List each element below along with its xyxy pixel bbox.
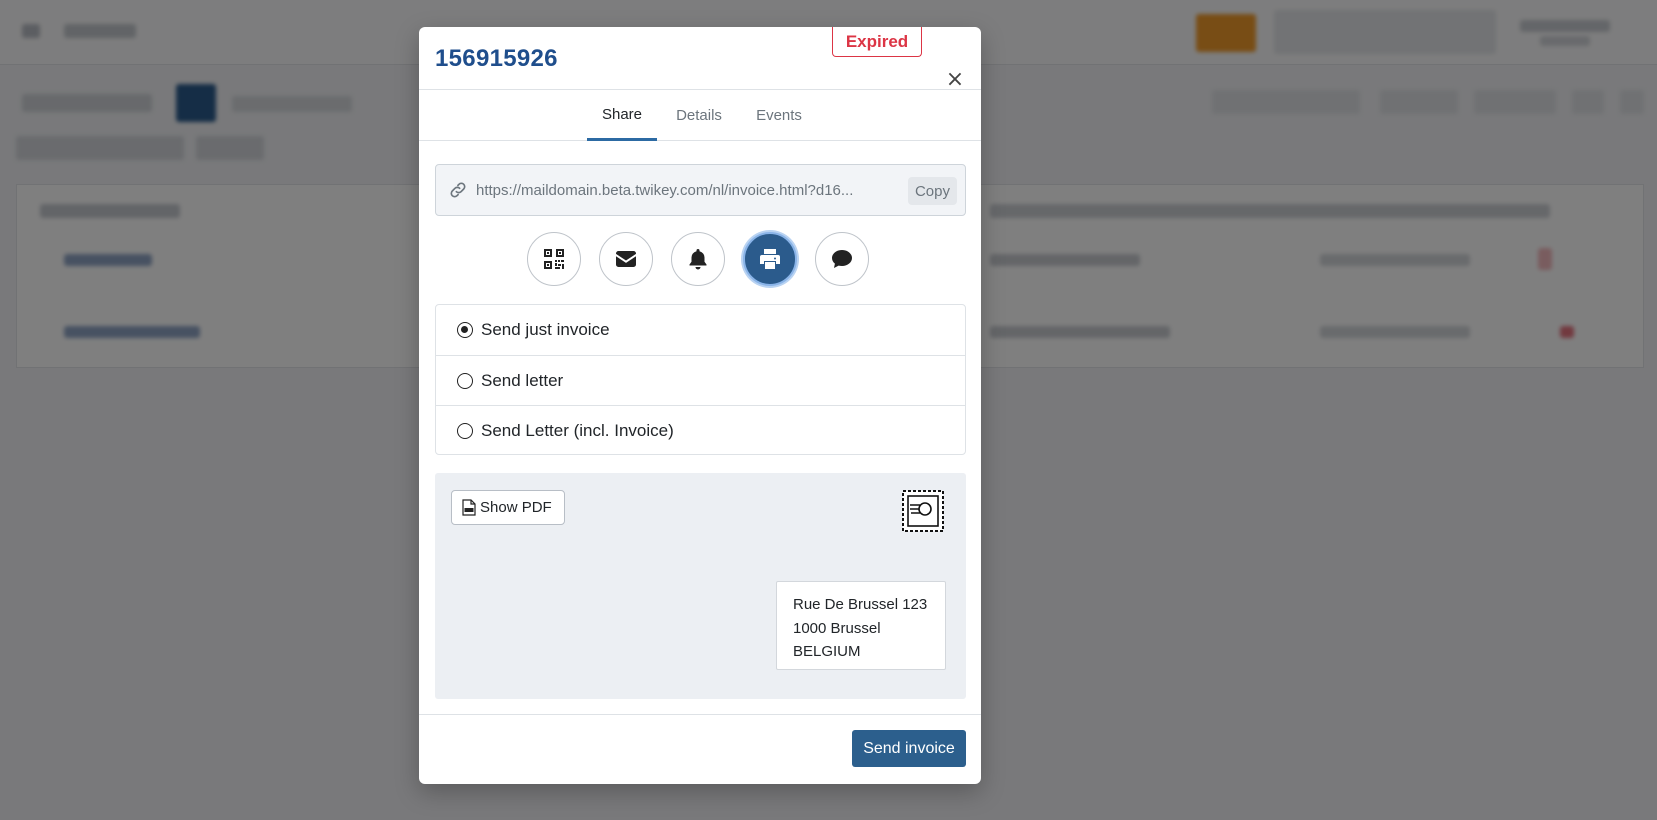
option-send-just-invoice[interactable]: Send just invoice	[436, 305, 965, 355]
tab-share[interactable]: Share	[587, 90, 657, 141]
qr-code-icon	[544, 249, 564, 269]
sms-button[interactable]	[815, 232, 869, 286]
radio-send-letter-incl-invoice[interactable]	[457, 423, 473, 439]
envelope-icon	[616, 251, 636, 267]
option-label: Send letter	[481, 371, 564, 390]
option-send-letter[interactable]: Send letter	[436, 355, 965, 406]
address-city: 1000 Brussel	[793, 619, 881, 637]
bell-icon	[689, 249, 707, 270]
show-pdf-button[interactable]: Show PDF	[451, 490, 565, 525]
postage-stamp-icon	[902, 490, 944, 532]
option-label: Send just invoice	[481, 320, 610, 339]
modal-header: 156915926 Expired ×	[419, 27, 981, 91]
invoice-number-title: 156915926	[435, 45, 558, 72]
invoice-share-modal: 156915926 Expired × Share Details Events…	[419, 27, 981, 784]
address-country: BELGIUM	[793, 643, 861, 660]
modal-footer: Send invoice	[419, 714, 981, 784]
show-pdf-label: Show PDF	[480, 499, 552, 516]
tab-details[interactable]: Details	[664, 90, 734, 141]
recipient-address-card: Rue De Brussel 123 1000 Brussel BELGIUM	[776, 581, 946, 670]
modal-tabs: Share Details Events	[419, 89, 981, 141]
email-button[interactable]	[599, 232, 653, 286]
address-street: Rue De Brussel 123	[793, 596, 928, 613]
copy-button[interactable]: Copy	[907, 177, 957, 205]
chat-icon	[832, 250, 852, 268]
option-send-letter-incl-invoice[interactable]: Send Letter (incl. Invoice)	[436, 405, 965, 456]
send-options: Send just invoice Send letter Send Lette…	[435, 304, 966, 455]
reminder-button[interactable]	[671, 232, 725, 286]
send-invoice-button[interactable]: Send invoice	[852, 730, 966, 767]
print-letter-button[interactable]	[743, 232, 797, 286]
radio-send-letter[interactable]	[457, 373, 473, 389]
printer-icon	[760, 249, 780, 269]
radio-send-just-invoice[interactable]	[457, 322, 473, 338]
share-url-field[interactable]: https://maildomain.beta.twikey.com/nl/in…	[435, 164, 966, 216]
link-icon	[450, 182, 466, 198]
tab-events[interactable]: Events	[744, 90, 814, 141]
letter-preview: Show PDF Rue De Brussel 123 1000 Brussel…	[435, 473, 966, 699]
share-url-text: https://maildomain.beta.twikey.com/nl/in…	[476, 181, 854, 199]
status-badge: Expired	[832, 27, 922, 57]
pdf-file-icon	[462, 499, 476, 516]
option-label: Send Letter (incl. Invoice)	[481, 421, 674, 440]
qr-code-button[interactable]	[527, 232, 581, 286]
close-button[interactable]: ×	[944, 69, 966, 91]
